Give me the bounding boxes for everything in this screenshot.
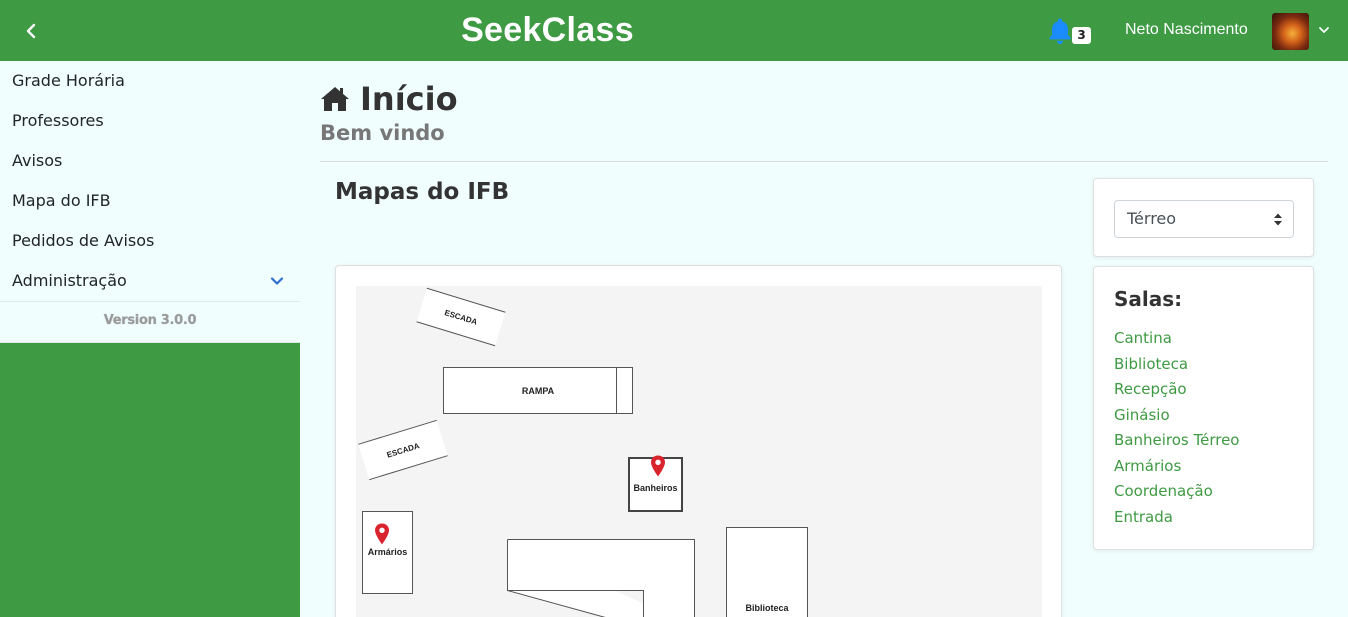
- sidebar-item-professores[interactable]: Professores: [0, 101, 300, 141]
- floor-select-value: Térreo: [1127, 209, 1177, 228]
- chevron-down-icon: [270, 277, 284, 285]
- sidebar-item-label: Mapa do IFB: [12, 191, 111, 210]
- map-area-biblioteca[interactable]: Biblioteca: [726, 527, 808, 617]
- map-pin-icon[interactable]: [374, 523, 390, 545]
- sidebar-item-mapa-do-ifb[interactable]: Mapa do IFB: [0, 181, 300, 221]
- sidebar-item-label: Administração: [12, 271, 127, 290]
- page-subtitle: Bem vindo: [320, 121, 445, 145]
- map-area-escada-left: ESCADA: [358, 419, 448, 481]
- room-link-armarios[interactable]: Armários: [1114, 456, 1239, 482]
- rooms-title: Salas:: [1114, 287, 1183, 311]
- notifications-count-badge: 3: [1072, 27, 1091, 44]
- sidebar-item-administracao[interactable]: Administração: [0, 261, 300, 301]
- avatar[interactable]: [1272, 13, 1309, 50]
- notifications-button[interactable]: [1048, 17, 1074, 45]
- room-link-entrada[interactable]: Entrada: [1114, 507, 1239, 533]
- map-label-rampa: RAMPA: [521, 386, 555, 396]
- app-brand[interactable]: SeekClass: [0, 11, 1095, 50]
- map-label-banheiros: Banheiros: [633, 483, 678, 493]
- page-title-text: Início: [360, 80, 458, 118]
- map-label-biblioteca: Biblioteca: [745, 603, 789, 613]
- page-title: Início: [320, 80, 458, 118]
- room-link-ginasio[interactable]: Ginásio: [1114, 405, 1239, 431]
- sidebar-item-label: Pedidos de Avisos: [12, 231, 155, 250]
- rooms-list: Cantina Biblioteca Recepção Ginásio Banh…: [1114, 328, 1239, 532]
- map-label-escada: ESCADA: [443, 308, 479, 327]
- sidebar-menu: Grade Horária Professores Avisos Mapa do…: [0, 61, 300, 343]
- sidebar-item-avisos[interactable]: Avisos: [0, 141, 300, 181]
- map-label-armarios: Armários: [367, 547, 408, 557]
- map-area-building: [507, 539, 695, 617]
- user-menu-toggle[interactable]: [1317, 22, 1331, 36]
- room-link-biblioteca[interactable]: Biblioteca: [1114, 354, 1239, 380]
- header-divider: [320, 161, 1328, 162]
- map-card: ESCADA RAMPA ESCADA Banheiros Armários B…: [335, 265, 1062, 617]
- map-area-rampa: RAMPA: [443, 367, 633, 414]
- sidebar-item-grade-horaria[interactable]: Grade Horária: [0, 61, 300, 101]
- top-navbar: SeekClass 3 Neto Nascimento: [0, 0, 1348, 61]
- version-label: Version 3.0.0: [0, 301, 300, 333]
- floor-map[interactable]: ESCADA RAMPA ESCADA Banheiros Armários B…: [356, 286, 1042, 617]
- map-area-escada-top: ESCADA: [416, 287, 506, 347]
- floor-select[interactable]: Térreo: [1114, 200, 1294, 238]
- sidebar-item-label: Professores: [12, 111, 104, 130]
- map-pin-icon[interactable]: [650, 455, 666, 477]
- user-name[interactable]: Neto Nascimento: [1125, 21, 1248, 39]
- section-title: Mapas do IFB: [335, 179, 510, 205]
- floor-selector-card: Térreo: [1093, 178, 1314, 257]
- sidebar-item-pedidos-de-avisos[interactable]: Pedidos de Avisos: [0, 221, 300, 261]
- rooms-card: Salas: Cantina Biblioteca Recepção Ginás…: [1093, 266, 1314, 550]
- rampa-divider: [616, 368, 617, 413]
- room-link-cantina[interactable]: Cantina: [1114, 328, 1239, 354]
- sidebar: Grade Horária Professores Avisos Mapa do…: [0, 61, 300, 617]
- chevron-down-icon: [1319, 27, 1329, 33]
- bell-icon: [1049, 18, 1071, 44]
- room-link-recepcao[interactable]: Recepção: [1114, 379, 1239, 405]
- home-icon: [321, 87, 349, 111]
- map-label-escada: ESCADA: [385, 441, 421, 460]
- room-link-banheiros-terreo[interactable]: Banheiros Térreo: [1114, 430, 1239, 456]
- sidebar-item-label: Avisos: [12, 151, 63, 170]
- sort-icon: [1274, 213, 1282, 226]
- room-link-coordenacao[interactable]: Coordenação: [1114, 481, 1239, 507]
- sidebar-item-label: Grade Horária: [12, 71, 125, 90]
